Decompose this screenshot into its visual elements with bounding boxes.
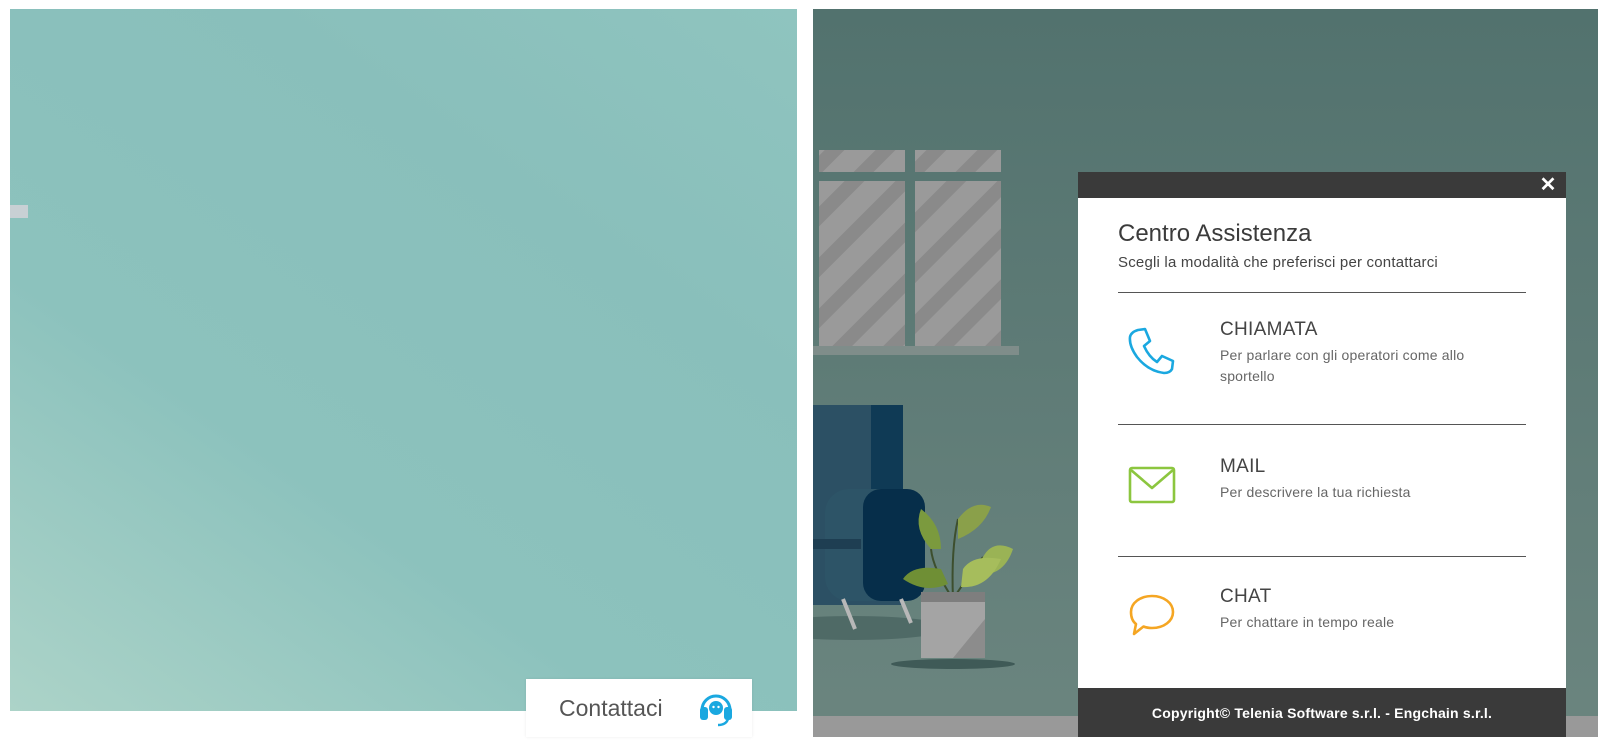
option-mail[interactable]: MAIL Per descrivere la tua richiesta (1118, 426, 1526, 536)
dialog-subtitle: Scegli la modalità che preferisci per co… (1118, 254, 1438, 271)
option-call-title: CHIAMATA (1220, 319, 1318, 340)
divider (1118, 424, 1526, 425)
option-mail-title: MAIL (1220, 456, 1266, 477)
left-background-panel (10, 9, 797, 711)
phone-icon (1128, 327, 1175, 375)
envelope-icon (1128, 466, 1176, 504)
option-chat[interactable]: CHAT Per chattare in tempo reale (1118, 558, 1526, 668)
page: Contattaci ✕ Centro Assistenza Scegli la… (0, 0, 1607, 746)
dialog-footer: Copyright© Telenia Software s.r.l. - Eng… (1078, 688, 1566, 737)
dialog-title: Centro Assistenza (1118, 220, 1312, 247)
contact-us-button[interactable]: Contattaci (526, 679, 752, 737)
help-center-dialog: ✕ Centro Assistenza Scegli la modalità c… (1078, 172, 1566, 737)
divider (1118, 556, 1526, 557)
close-icon[interactable]: ✕ (1538, 175, 1558, 195)
contact-us-label: Contattaci (559, 694, 663, 721)
option-call-description: Per parlare con gli operatori come allo … (1220, 347, 1465, 384)
option-chat-description: Per chattare in tempo reale (1220, 614, 1395, 630)
headset-icon (700, 694, 732, 727)
option-mail-description: Per descrivere la tua richiesta (1220, 484, 1411, 500)
left-edge-marker (10, 205, 28, 218)
option-call[interactable]: CHIAMATA Per parlare con gli operatori c… (1118, 294, 1526, 404)
dialog-top-bar: ✕ (1078, 172, 1566, 198)
chat-bubble-icon (1129, 594, 1175, 636)
option-chat-title: CHAT (1220, 586, 1272, 607)
divider (1118, 292, 1526, 293)
copyright-text: Copyright© Telenia Software s.r.l. - Eng… (1151, 704, 1493, 721)
